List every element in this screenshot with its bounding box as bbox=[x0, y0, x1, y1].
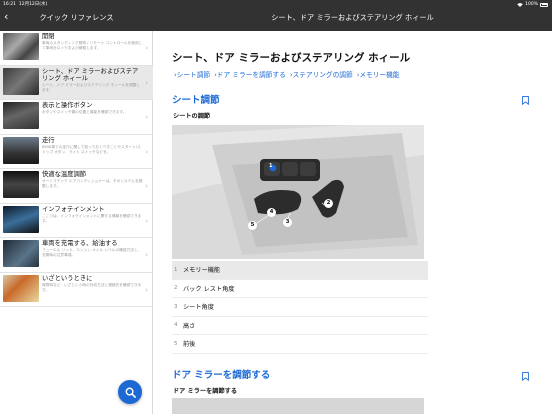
legend-item[interactable]: 4 高さ bbox=[172, 317, 428, 335]
callout-4: 4 bbox=[267, 208, 276, 217]
chevron-right-icon: › bbox=[145, 285, 148, 294]
section-links: ›シート調節 ›ドア ミラーを調節する ›ステアリングの調節 ›メモリー機能 bbox=[174, 69, 404, 79]
subsection-label-seat: シートの調節 bbox=[173, 113, 211, 120]
page-title: シート、ドア ミラーおよびステアリング ホィール bbox=[172, 52, 411, 64]
callout-1: 1 bbox=[269, 163, 273, 169]
article-content: シート、ドア ミラーおよびステアリング ホィール ›シート調節 ›ドア ミラーを… bbox=[153, 31, 552, 414]
menu-item-title: 開閉 bbox=[42, 33, 55, 40]
search-icon bbox=[125, 387, 136, 398]
legend-label: 前後 bbox=[183, 341, 196, 349]
menu-item-description: ボタンやスイッチ類の位置と機能を確認できます。 bbox=[42, 110, 127, 115]
menu-item-title: いざというときに bbox=[42, 274, 93, 282]
wifi-icon bbox=[517, 2, 523, 7]
battery-percent: 100% bbox=[525, 2, 538, 7]
menu-item-title: シート、ドア ミラーおよびステアリング ホィール bbox=[42, 67, 139, 82]
seat-controls-legend: 1 メモリー機能 2 バック レスト角度 3 シート角度 4 高さ 5 前後 bbox=[172, 261, 428, 354]
callout-3: 3 bbox=[283, 218, 292, 227]
menu-item-thumbnail bbox=[3, 102, 39, 129]
chevron-right-icon: › bbox=[145, 78, 148, 87]
legend-label: バック レスト角度 bbox=[183, 285, 235, 293]
menu-item-climate[interactable]: 快適な温度調節 オートマチック エアコンディショナーは、そのシステムを調整します… bbox=[0, 169, 153, 204]
status-time: 16:21 12月12日(水) bbox=[3, 2, 48, 7]
legend-item[interactable]: 1 メモリー機能 bbox=[172, 261, 428, 280]
menu-item-title: 表示と操作ボタン bbox=[42, 102, 93, 109]
menu-item-description: オートマチック エアコンディショナーは、そのシステムを調整します。 bbox=[42, 179, 143, 188]
menu-item-thumbnail bbox=[3, 205, 39, 233]
menu-item-title: 車両を充電する、給油する bbox=[42, 240, 118, 247]
legend-item[interactable]: 5 前後 bbox=[172, 335, 428, 354]
link-steering-adjust[interactable]: ›ステアリングの調節 bbox=[290, 69, 353, 79]
legend-label: シート角度 bbox=[183, 304, 214, 312]
mirror-illustration bbox=[172, 398, 424, 414]
menu-item-thumbnail bbox=[3, 274, 39, 302]
chevron-right-icon: › bbox=[145, 44, 148, 52]
main-header-title: シート、ドア ミラーおよびステアリング ホィール bbox=[271, 13, 434, 22]
seat-controls-illustration: 1 2 3 4 5 bbox=[172, 125, 424, 259]
callout-5: 5 bbox=[248, 221, 257, 230]
chevron-right-icon: › bbox=[145, 216, 148, 225]
seat-controls-drawing bbox=[172, 125, 424, 259]
menu-item-open-close[interactable]: 開閉 車両のスタンディング照明 / リモート コントロールを使用して車両をロック… bbox=[0, 31, 153, 66]
menu-item-thumbnail bbox=[3, 136, 39, 164]
menu-item-infotainment[interactable]: インフォテインメント ここでは、インフォテインメントに関する情報を確認できます。… bbox=[0, 204, 153, 238]
chevron-right-icon: › bbox=[145, 113, 148, 121]
link-seat-adjust[interactable]: ›シート調節 bbox=[174, 69, 210, 79]
sidebar-title: クイック リファレンス bbox=[39, 13, 114, 22]
battery-icon bbox=[540, 2, 548, 7]
menu-item-title: インフォテインメント bbox=[42, 205, 105, 213]
subsection-label-mirror: ドア ミラーを調節する bbox=[173, 388, 238, 395]
callout-2: 2 bbox=[324, 199, 333, 208]
chevron-right-icon: › bbox=[145, 182, 148, 190]
menu-item-charging-refuel[interactable]: 車両を充電する、給油する フューエル リッド、エンジン オイル レベルの確認方法… bbox=[0, 238, 153, 273]
menu-item-description: フューエル リッド、エンジン オイル レベルの確認方法と、充電時の注意事項。 bbox=[42, 248, 142, 257]
menu-item-description: ここでは、インフォテインメントに関する情報を確認できます。 bbox=[42, 213, 142, 223]
menu-item-thumbnail bbox=[3, 33, 39, 60]
menu-item-description: 車両のスタンディング照明 / リモート コントロールを使用して車両をロックおよび… bbox=[42, 41, 143, 50]
section-title-seat: シート調節 bbox=[172, 95, 220, 106]
legend-number: 5 bbox=[174, 340, 178, 347]
menu-item-seats-mirrors-steering[interactable]: シート、ドア ミラーおよびステアリング ホィール シート、ドア ミラーおよびステ… bbox=[0, 65, 153, 100]
link-mirror-adjust[interactable]: ›ドア ミラーを調節する bbox=[214, 69, 286, 79]
chevron-right-icon: › bbox=[145, 147, 148, 156]
menu-item-thumbnail bbox=[3, 171, 39, 198]
menu-item-driving[interactable]: 走行 BMW車での走行に関して知っておくべきことやスタート/ストップ ボタン、ラ… bbox=[0, 135, 153, 169]
legend-item[interactable]: 3 シート角度 bbox=[172, 298, 428, 317]
bookmark-icon[interactable] bbox=[522, 96, 529, 105]
legend-number: 2 bbox=[174, 285, 178, 292]
section-title-mirror: ドア ミラーを調節する bbox=[172, 370, 271, 381]
menu-item-thumbnail bbox=[3, 67, 39, 95]
chevron-right-icon: › bbox=[145, 251, 148, 259]
menu-item-title: 走行 bbox=[42, 136, 55, 144]
legend-label: 高さ bbox=[183, 322, 196, 330]
sidebar: ‹ クイック リファレンス 開閉 車両のスタンディング照明 / リモート コント… bbox=[0, 0, 153, 414]
link-memory-function[interactable]: ›メモリー機能 bbox=[357, 69, 400, 79]
menu-item-emergency[interactable]: いざというときに 故障時など、いざという時の対処方法と連絡先を確認できます。 › bbox=[0, 273, 153, 307]
legend-number: 1 bbox=[174, 266, 178, 273]
menu-item-description: BMW車での走行に関して知っておくべきことやスタート/ストップ ボタン、ライト … bbox=[42, 144, 141, 154]
status-right: 100% bbox=[517, 0, 548, 9]
menu-item-thumbnail bbox=[3, 240, 39, 267]
legend-number: 4 bbox=[174, 322, 178, 329]
legend-label: メモリー機能 bbox=[183, 267, 221, 275]
status-bar: 16:21 12月12日(水) 100% bbox=[0, 0, 552, 9]
menu-item-description: シート、ドア ミラーおよびステアリング ホィールを調整します。 bbox=[42, 83, 141, 92]
bookmark-icon[interactable] bbox=[522, 372, 529, 381]
legend-number: 3 bbox=[174, 303, 178, 310]
menu-item-description: 故障時など、いざという時の対処方法と連絡先を確認できます。 bbox=[42, 282, 142, 292]
search-button[interactable] bbox=[118, 380, 142, 404]
quick-reference-menu: 開閉 車両のスタンディング照明 / リモート コントロールを使用して車両をロック… bbox=[0, 31, 153, 307]
legend-item[interactable]: 2 バック レスト角度 bbox=[172, 280, 428, 298]
menu-item-title: 快適な温度調節 bbox=[42, 171, 87, 178]
menu-item-displays-controls[interactable]: 表示と操作ボタン ボタンやスイッチ類の位置と機能を確認できます。 › bbox=[0, 100, 153, 135]
